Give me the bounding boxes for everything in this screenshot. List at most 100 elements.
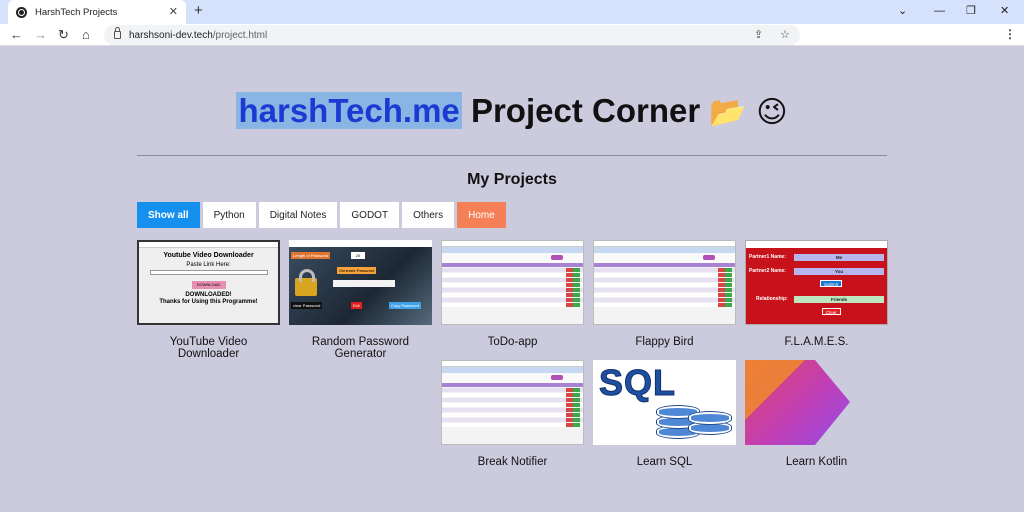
thumb-length-value: 20: [351, 252, 365, 259]
thumb-generate-button: Generate Password: [337, 267, 377, 274]
address-bar[interactable]: harshsoni-dev.tech/project.html ⇪ ☆: [104, 25, 800, 45]
home-button[interactable]: Home: [457, 202, 506, 228]
close-tab-icon[interactable]: ✕: [169, 5, 178, 19]
project-thumbnail[interactable]: Length of Password 20 Generate Password …: [289, 240, 432, 325]
thumb-row: [442, 278, 583, 282]
filter-godot[interactable]: GODOT: [340, 202, 400, 228]
thumb-rel-label: Relationship:: [756, 296, 788, 302]
page-title: harshTech.me Project Corner 📂 😉: [0, 92, 1024, 130]
project-card-flappy-bird[interactable]: Flappy Bird: [593, 240, 736, 348]
divider: [137, 155, 887, 156]
restore-icon[interactable]: ❐: [966, 3, 976, 19]
project-card-youtube-downloader[interactable]: Youtube Video Downloader Paste Link Here…: [137, 240, 280, 360]
bookmark-star-icon[interactable]: ☆: [780, 28, 790, 42]
thumb-row: [442, 413, 583, 417]
project-card-flames[interactable]: Partner1 Name: Me Partner2 Name: You Sub…: [745, 240, 888, 348]
thumb-row: [442, 388, 583, 392]
thumb-table-header: [442, 263, 583, 267]
lock-icon[interactable]: [114, 27, 121, 39]
thumb-row: [442, 423, 583, 427]
project-thumbnail[interactable]: Youtube Video Downloader Paste Link Here…: [137, 240, 280, 325]
project-card-learn-kotlin[interactable]: Learn Kotlin: [745, 360, 888, 468]
thumb-copy-button: Copy Password: [389, 302, 422, 309]
caption-line: Downloader: [177, 348, 240, 360]
thumb-row: [594, 268, 735, 272]
thumb-clear-button: Clear: [822, 308, 841, 315]
thumb-table: [594, 268, 735, 307]
project-thumbnail[interactable]: [593, 240, 736, 325]
thumb-download-button: DOWNLOAD: [191, 281, 226, 289]
new-tab-icon[interactable]: +: [194, 3, 203, 19]
home-icon[interactable]: ⌂: [82, 26, 90, 44]
project-caption[interactable]: Learn SQL: [593, 456, 736, 468]
thumb-row: [442, 268, 583, 272]
project-card-learn-sql[interactable]: SQL Learn SQL: [593, 360, 736, 468]
thumb-row: [594, 293, 735, 297]
back-icon[interactable]: ←: [10, 26, 23, 44]
project-caption[interactable]: Break Notifier: [441, 456, 584, 468]
project-caption[interactable]: F.L.A.M.E.S.: [745, 336, 888, 348]
sql-logo-text: SQL: [598, 362, 677, 404]
project-card-password-generator[interactable]: Length of Password 20 Generate Password …: [289, 240, 432, 360]
thumb-row: [442, 273, 583, 277]
filter-python[interactable]: Python: [202, 202, 256, 228]
caption-line: Generator: [334, 348, 387, 360]
thumb-length-label: Length of Password: [291, 252, 331, 259]
thumb-row: [594, 278, 735, 282]
minimize-icon[interactable]: —: [934, 3, 945, 19]
project-caption[interactable]: Flappy Bird: [593, 336, 736, 348]
project-thumbnail[interactable]: Partner1 Name: Me Partner2 Name: You Sub…: [745, 240, 888, 325]
browser-tab[interactable]: HarshTech Projects ✕: [8, 0, 186, 24]
section-title: My Projects: [467, 171, 557, 188]
folder-wink-emoji-icon: 📂 😉: [709, 95, 788, 130]
project-caption[interactable]: YouTube Video Downloader: [137, 336, 280, 360]
url-path: /project.html: [212, 29, 268, 41]
thumb-table-header: [594, 263, 735, 267]
chevron-down-icon[interactable]: ⌄: [898, 3, 907, 19]
project-thumbnail[interactable]: [745, 360, 888, 445]
project-thumbnail[interactable]: SQL: [593, 360, 736, 445]
tab-title: HarshTech Projects: [35, 6, 118, 18]
thumb-status: DOWNLOADED!: [185, 292, 232, 298]
project-card-todo-app[interactable]: ToDo-app: [441, 240, 584, 348]
thumb-row: [442, 298, 583, 302]
thumb-p2-label: Partner2 Name:: [749, 268, 786, 274]
thumb-row: [442, 393, 583, 397]
thumb-row: [442, 303, 583, 307]
thumb-output-field: [333, 280, 395, 287]
thumb-prompt: Paste Link Here:: [186, 262, 231, 268]
browser-tab-bar: HarshTech Projects ✕ + ⌄ — ❐ ✕: [0, 0, 1024, 24]
url-host: harshsoni-dev.tech: [129, 29, 213, 41]
brand-link[interactable]: harshTech.me: [236, 92, 462, 129]
forward-icon[interactable]: →: [34, 26, 47, 44]
filter-others[interactable]: Others: [402, 202, 455, 228]
window-titlebar: [289, 240, 432, 247]
caption-line: Random Password: [311, 336, 410, 348]
thumb-p1-label: Partner1 Name:: [749, 254, 786, 260]
thumb-row: [594, 288, 735, 292]
thumb-row: [594, 298, 735, 302]
project-caption[interactable]: Random Password Generator: [289, 336, 432, 360]
thumb-row: [442, 418, 583, 422]
project-card-break-notifier[interactable]: Break Notifier: [441, 360, 584, 468]
thumb-row: [594, 283, 735, 287]
thumb-row: [594, 273, 735, 277]
thumb-rel-value: Friends: [794, 296, 884, 303]
filter-show-all[interactable]: Show all: [137, 202, 200, 228]
filter-bar: Show all Python Digital Notes GODOT Othe…: [137, 202, 506, 228]
title-text: Project Corner: [461, 92, 710, 129]
menu-icon[interactable]: ⋮: [1004, 27, 1016, 41]
filter-digital-notes[interactable]: Digital Notes: [258, 202, 338, 228]
thumb-p2-value: You: [794, 268, 884, 275]
project-thumbnail[interactable]: [441, 360, 584, 445]
window-close-icon[interactable]: ✕: [1000, 3, 1009, 19]
project-thumbnail[interactable]: [441, 240, 584, 325]
project-caption[interactable]: Learn Kotlin: [745, 456, 888, 468]
thumb-submit-button: Submit: [820, 280, 843, 287]
thumb-row: [442, 288, 583, 292]
thumb-row: [442, 293, 583, 297]
share-icon[interactable]: ⇪: [754, 28, 763, 42]
reload-icon[interactable]: ↻: [58, 26, 69, 44]
project-caption[interactable]: ToDo-app: [441, 336, 584, 348]
globe-icon: [16, 6, 27, 18]
